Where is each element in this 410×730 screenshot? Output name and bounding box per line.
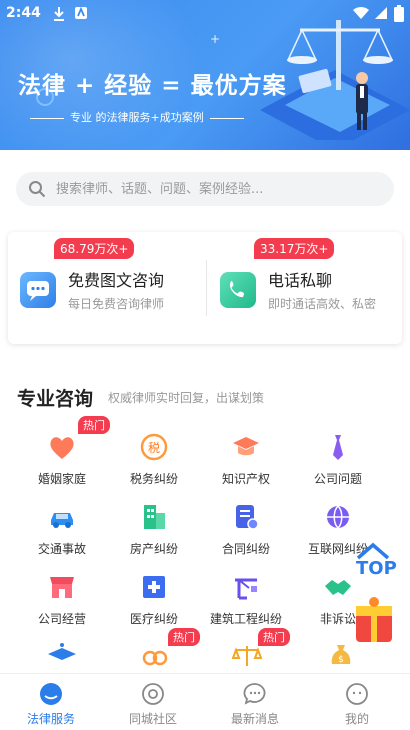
category-marriage-family[interactable]: 婚姻家庭 热门 [16,416,110,500]
search-input[interactable] [56,172,376,206]
category-tax[interactable]: 税 税务纠纷 [108,432,200,500]
partial-category-icon [142,650,168,666]
nav-label: 我的 [344,712,369,726]
nav-label: 同城社区 [128,712,177,726]
download-icon [54,7,64,21]
phone-consult-desc: 即时通话高效、私密 [268,297,377,311]
globe-icon [327,505,349,529]
nav-messages[interactable]: 最新消息 [204,674,306,730]
category-property[interactable]: 房产纠纷 [108,502,200,570]
top-label: TOP [356,558,397,579]
category-label: 税务纠纷 [129,472,178,486]
category-label: 房产纠纷 [129,542,178,556]
handshake-icon [325,580,351,595]
svg-text:税: 税 [148,441,160,455]
nav-label: 法律服务 [26,712,75,726]
consult-card: 68.79万次+ 免费图文咨询 每日免费咨询律师 33.17万次+ 电话私聊 即… [8,232,402,344]
category-company-issues[interactable]: 公司问题 [292,432,384,500]
money-bag-icon: $ [331,645,351,665]
banner-subtitle-row: 专业 的法律服务+成功案例 [24,109,250,125]
free-consult-desc: 每日免费咨询律师 [68,297,165,311]
category-contract[interactable]: 合同纠纷 [200,502,292,570]
phone-count-badge: 33.17万次+ [254,238,335,259]
free-consult-option[interactable]: 68.79万次+ 免费图文咨询 每日免费咨询律师 [8,232,204,344]
hot-badge: 热门 [258,628,290,646]
category-label: 合同纠纷 [221,542,270,556]
scale-icon [232,646,262,666]
banner-subtitle: 专业 的法律服务+成功案例 [70,111,204,124]
top-banner[interactable]: 2:44 + 法律 + 经验 = 最优方案 专业 的法律服务+成功案例 [0,0,410,150]
graduation-cap-icon [233,437,259,456]
free-consult-title: 免费图文咨询 [68,271,165,290]
heart-icon [50,437,74,459]
banner-title: 法律 + 经验 = 最优方案 [18,73,287,99]
gift-box-icon [356,597,392,642]
category-label: 交通事故 [37,542,86,556]
car-icon [51,513,73,528]
message-icon [243,683,266,705]
divider [209,117,244,119]
card-divider [206,260,207,316]
svg-text:$: $ [338,655,344,665]
partial-category-icon [48,643,76,660]
community-icon [142,683,164,705]
section-title: 专业咨询 [17,388,94,410]
category-ip[interactable]: 知识产权 [200,432,292,500]
law-service-icon [40,683,62,705]
phone-icon [220,272,256,308]
category-label: 医疗纠纷 [129,612,178,626]
chat-bubble-icon [20,272,56,308]
app-notification-icon [75,6,87,19]
hot-badge: 热门 [78,416,110,434]
category-traffic[interactable]: 交通事故 [16,502,108,570]
nav-law-service[interactable]: 法律服务 [0,674,102,730]
category-label: 建筑工程纠纷 [209,612,282,626]
nav-community[interactable]: 同城社区 [102,674,204,730]
search-icon [29,181,46,198]
tie-icon [333,435,343,460]
bottom-navigation: 法律服务 同城社区 最新消息 我的 [0,673,410,730]
search-bar[interactable] [16,172,394,206]
hot-badge: 热门 [168,628,200,646]
shop-icon [50,577,74,598]
consult-count-badge: 68.79万次+ [54,238,135,259]
section-subtitle: 权威律师实时回复，出谋划策 [108,391,265,405]
building-icon [144,505,165,529]
sparkle-icon: + [210,32,221,46]
phone-consult-option[interactable]: 33.17万次+ 电话私聊 即时通话高效、私密 [208,232,402,344]
crane-icon [235,578,257,600]
document-icon [236,505,259,530]
category-label: 知识产权 [221,472,270,486]
nav-label: 最新消息 [230,712,279,726]
phone-consult-title: 电话私聊 [268,271,333,290]
divider [30,117,64,119]
nav-profile[interactable]: 我的 [306,674,408,730]
gift-promo-button[interactable] [352,596,396,646]
profile-icon [346,683,368,705]
category-label: 公司问题 [313,472,362,486]
category-label: 公司经营 [37,612,86,626]
back-to-top-button[interactable]: TOP [350,540,397,580]
hospital-icon [143,576,165,598]
status-time: 2:44 [6,5,41,21]
tax-icon: 税 [140,433,168,461]
category-label: 婚姻家庭 [37,472,86,486]
category-business-operation[interactable]: 公司经营 [16,572,108,640]
